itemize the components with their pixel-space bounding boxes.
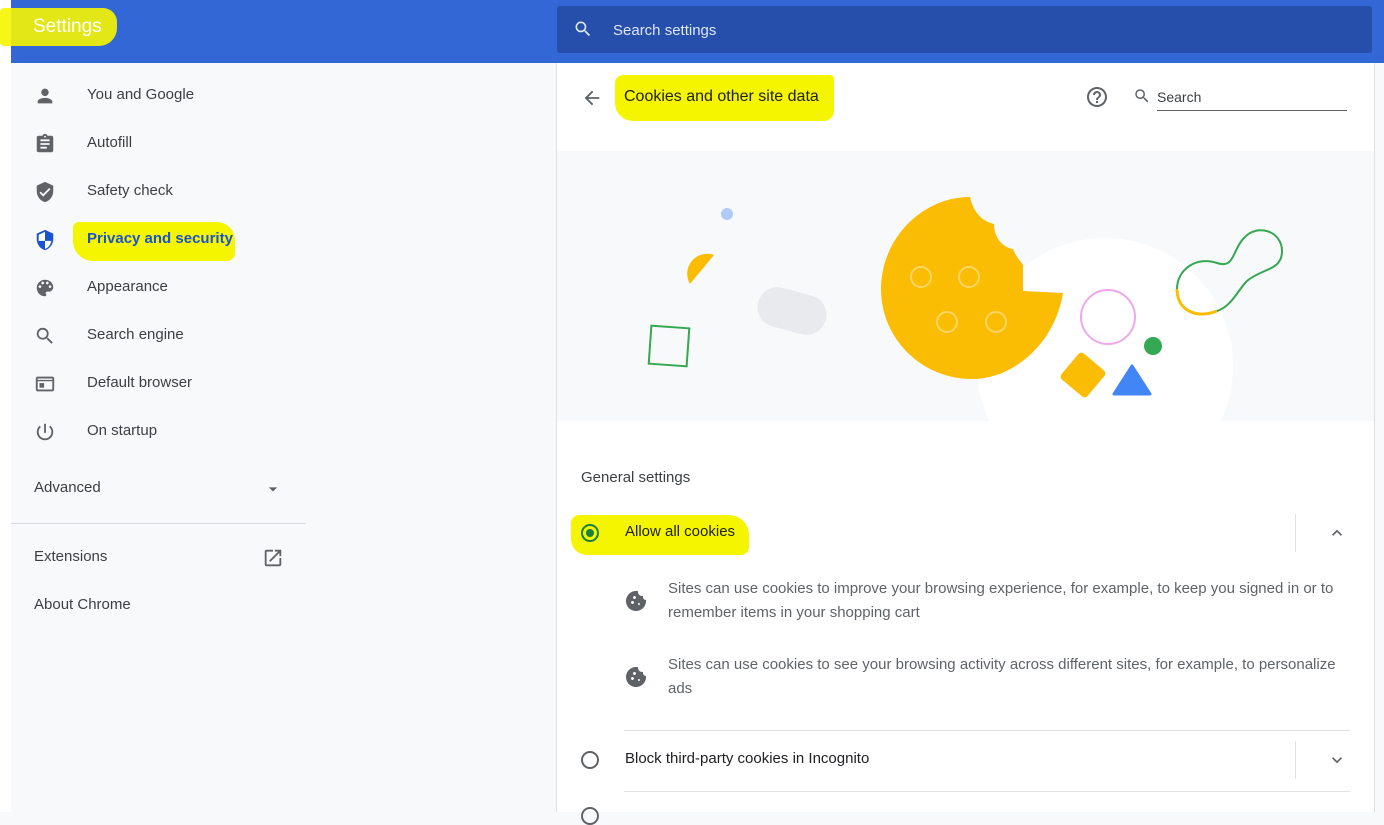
- illustration-grey-pill: [757, 287, 827, 335]
- sidebar-item-appearance[interactable]: Appearance: [11, 264, 306, 312]
- help-icon[interactable]: [1085, 85, 1109, 109]
- option-label: Block third-party cookies in Incognito: [625, 750, 870, 767]
- option-divider: [1295, 514, 1296, 552]
- illustration-yellow-half-circle: [687, 253, 714, 284]
- option-detail-text: Sites can use cookies to improve your br…: [668, 580, 1334, 621]
- settings-search-box[interactable]: [557, 6, 1372, 53]
- page-search-input[interactable]: [1157, 84, 1347, 111]
- person-icon: [37, 88, 53, 104]
- sidebar-item-default-browser[interactable]: Default browser: [11, 360, 306, 408]
- sidebar-item-label: Privacy and security: [87, 230, 233, 247]
- sidebar-item-extensions[interactable]: Extensions: [11, 534, 306, 582]
- sidebar-item-label: Safety check: [87, 182, 173, 199]
- open-in-new-icon: [264, 549, 282, 567]
- sidebar-item-you-and-google[interactable]: You and Google: [11, 72, 306, 120]
- sidebar: You and Google Autofill Safety check Pri…: [11, 63, 306, 812]
- app-title: Settings: [33, 16, 102, 37]
- sidebar-item-search-engine[interactable]: Search engine: [11, 312, 306, 360]
- option-separator: [624, 730, 1350, 731]
- sidebar-item-on-startup[interactable]: On startup: [11, 408, 306, 456]
- cookies-page: Cookies and other site data General sett…: [556, 63, 1375, 825]
- search-icon: [575, 21, 591, 37]
- sidebar-item-label: Default browser: [87, 374, 193, 391]
- palette-icon: [36, 279, 54, 297]
- sidebar-item-label: On startup: [87, 422, 158, 439]
- shield-privacy-icon: [36, 229, 54, 251]
- sidebar-item-autofill[interactable]: Autofill: [11, 120, 306, 168]
- shield-check-icon: [36, 181, 54, 203]
- block-third-party-incognito-radio[interactable]: [581, 751, 599, 769]
- option-detail-text: Sites can use cookies to see your browsi…: [668, 656, 1336, 697]
- sidebar-divider: [11, 523, 306, 524]
- about-chrome-label: About Chrome: [34, 596, 131, 613]
- sidebar-item-label: Search engine: [87, 326, 184, 343]
- sidebar-item-label: Appearance: [87, 278, 168, 295]
- illustration-green-dot: [1144, 337, 1162, 355]
- next-option-radio[interactable]: [581, 807, 599, 825]
- settings-search-input[interactable]: [611, 17, 1315, 43]
- back-arrow-icon[interactable]: [581, 87, 603, 109]
- allow-all-cookies-radio[interactable]: [581, 524, 599, 542]
- clipboard-icon: [36, 133, 54, 153]
- search-icon: [1135, 89, 1149, 103]
- cookie-icon: [626, 666, 647, 687]
- sidebar-item-safety-check[interactable]: Safety check: [11, 168, 306, 216]
- chevron-down-icon[interactable]: [1327, 750, 1347, 770]
- sidebar-item-about-chrome[interactable]: About Chrome: [11, 582, 306, 630]
- extensions-label: Extensions: [34, 548, 108, 565]
- sidebar-item-label: You and Google: [87, 86, 195, 103]
- option-separator: [624, 791, 1350, 792]
- option-block-third-party-incognito[interactable]: Block third-party cookies in Incognito: [557, 736, 1374, 784]
- settings-header: Settings: [0, 0, 1384, 63]
- caret-down-icon: [268, 487, 278, 492]
- option-divider: [1295, 741, 1296, 779]
- advanced-label: Advanced: [34, 479, 101, 496]
- chevron-up-icon[interactable]: [1327, 523, 1347, 543]
- option-label: Allow all cookies: [625, 523, 736, 540]
- search-icon: [36, 327, 53, 344]
- cookie-icon: [626, 590, 647, 611]
- browser-window-icon: [35, 376, 55, 392]
- sidebar-advanced-toggle[interactable]: Advanced: [11, 465, 306, 513]
- sidebar-item-label: Autofill: [87, 134, 133, 151]
- sidebar-item-privacy-and-security[interactable]: Privacy and security: [11, 216, 306, 264]
- illustration-green-square: [647, 324, 691, 368]
- window-left-edge: [0, 0, 11, 812]
- general-settings-heading: General settings: [581, 469, 691, 486]
- power-icon: [36, 423, 54, 441]
- option-allow-all-cookies[interactable]: Allow all cookies: [557, 509, 1374, 557]
- cookies-illustration-graphic: [647, 197, 1284, 421]
- page-title: Cookies and other site data: [624, 88, 819, 105]
- illustration-blue-dot: [721, 208, 733, 220]
- cookies-illustration: [557, 151, 1374, 421]
